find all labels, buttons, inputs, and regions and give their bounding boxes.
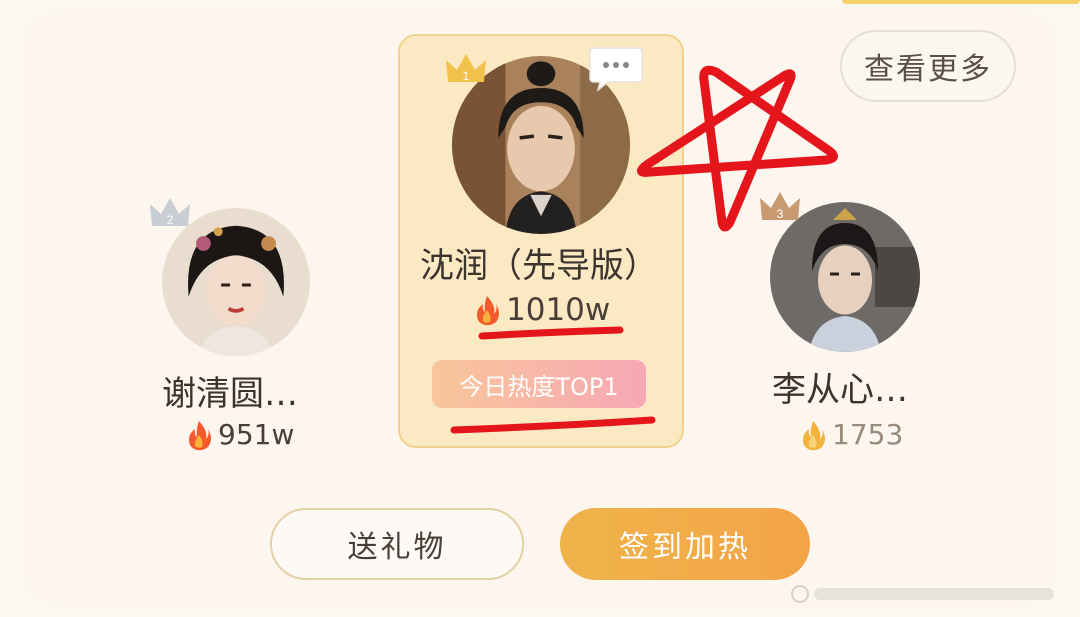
heat-value-rank-1: 1010w: [506, 292, 611, 328]
heat-rank-2: 951w: [186, 418, 294, 451]
top1-badge: 今日热度TOP1: [432, 360, 646, 408]
watermark: [791, 585, 1054, 603]
name-rank-1[interactable]: 沈润（先导版）: [420, 238, 658, 287]
flame-icon: [803, 420, 825, 450]
crown-icon-bronze: 3: [760, 192, 800, 221]
view-more-button[interactable]: 查看更多: [840, 30, 1016, 102]
flame-icon: [189, 420, 211, 450]
svg-text:2: 2: [167, 213, 174, 227]
crown-icon-gold: 1: [446, 54, 486, 83]
checkin-boost-button[interactable]: 签到加热: [560, 508, 810, 580]
top-accent-strip: [842, 0, 1080, 4]
name-rank-2[interactable]: 谢清圆…: [162, 366, 298, 415]
name-rank-3[interactable]: 李从心…: [772, 362, 908, 411]
flame-icon: [477, 296, 499, 326]
heat-rank-3: 1753: [800, 418, 903, 451]
heat-rank-1: 1010w: [474, 292, 610, 328]
chat-bubble-icon[interactable]: [588, 44, 644, 94]
heat-value-rank-3: 1753: [832, 418, 904, 451]
svg-text:3: 3: [777, 207, 784, 221]
heat-value-rank-2: 951w: [218, 418, 295, 451]
send-gift-button[interactable]: 送礼物: [270, 508, 524, 580]
hot-ranking-widget: 查看更多 1 2 3 沈润（先导版） 谢清圆… 李从心… 1010w 951w …: [0, 0, 1080, 617]
svg-text:1: 1: [463, 69, 470, 83]
crown-icon-silver: 2: [150, 198, 190, 227]
